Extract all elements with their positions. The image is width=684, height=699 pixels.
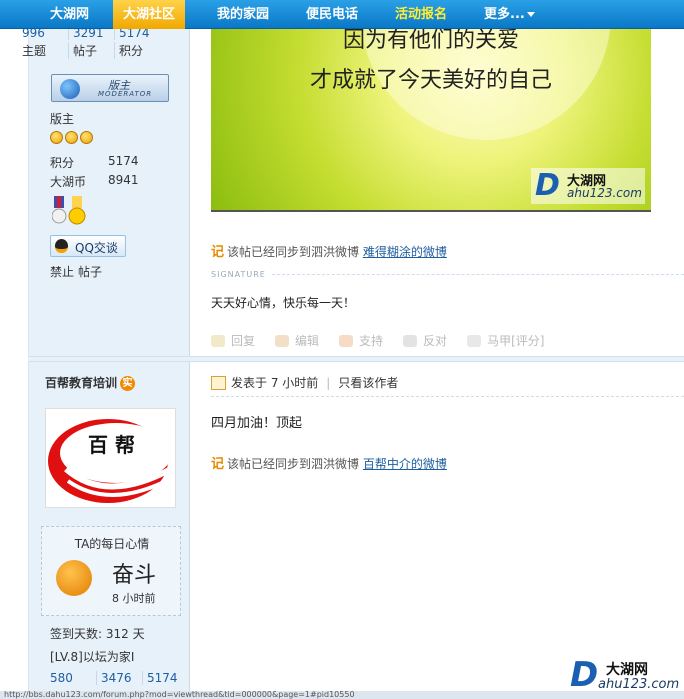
author1-coins-value: 8941 <box>108 173 139 187</box>
author1-points-label2: 积分 <box>50 156 75 170</box>
post2-body: 四月加油！顶起 <box>211 416 303 431</box>
nav-event-signup[interactable]: 活动报名 <box>385 0 457 29</box>
signature-text: 天天好心情，快乐每一天！ <box>211 296 356 310</box>
nav-dahuwang[interactable]: 大湖网 <box>40 0 99 29</box>
avatar-text: 百 帮 <box>88 433 135 457</box>
reply-icon <box>211 334 225 347</box>
support-label: 支持 <box>359 334 384 348</box>
reply-button[interactable]: 回复 <box>211 332 255 349</box>
globe-icon <box>60 79 80 99</box>
moderator-badge: 版主 MODERATOR <box>51 74 169 102</box>
author1-stats-labels: 主题 帖子 积分 <box>22 42 162 59</box>
signature-label: SIGNATURE <box>211 270 266 279</box>
author1-posts-label: 帖子 <box>68 42 114 59</box>
verified-badge: 实 <box>120 376 136 391</box>
browser-status-bar: http://bbs.dahu123.com/forum.php?mod=vie… <box>0 691 684 699</box>
rate-icon <box>467 334 482 347</box>
author2-stats-values: 580 3476 5174 <box>50 671 190 685</box>
weibo-sync-notice-1: 记该帖已经同步到泗洪微博 难得糊涂的微博 <box>211 241 447 260</box>
author1-topics-label: 主题 <box>22 44 47 58</box>
mood-time: 8 小时前 <box>112 592 156 605</box>
post-banner-image: 因为有他们的关爱 才成就了今天美好的自己 D 大湖网 ahu123.com <box>211 0 651 212</box>
author-sidebar-2: 百帮教育培训实 百 帮 TA的每日心情 奋斗 8 小时前 签到天数: 312 天… <box>28 362 190 699</box>
chevron-down-icon <box>526 12 535 17</box>
logo-url-text: ahu123.com <box>567 186 642 200</box>
author2-points-count[interactable]: 5174 <box>142 671 188 685</box>
nav-more-label: 更多... <box>484 7 525 22</box>
avatar[interactable]: 百 帮 <box>45 408 176 508</box>
author2-name-text: 百帮教育培训 <box>45 376 118 390</box>
meta-divider: | <box>326 375 331 390</box>
watermark-logo: D 大湖网 ahu123.com <box>566 655 684 695</box>
left-gutter <box>0 0 28 699</box>
author2-name[interactable]: 百帮教育培训实 <box>45 374 136 391</box>
author-card-icon <box>211 375 226 390</box>
logo-letter: D <box>570 655 599 695</box>
sync-prefix-2: 该帖已经同步到泗洪微博 <box>227 457 360 471</box>
user-posts-link[interactable]: 帖子 <box>78 263 102 280</box>
pencil-icon <box>275 334 290 347</box>
edit-button[interactable]: 编辑 <box>275 332 319 349</box>
nav-more[interactable]: 更多... <box>474 0 545 29</box>
post2-meta: 发表于 7 小时前 | 只看该作者 <box>211 374 398 391</box>
rate-button[interactable]: 马甲[评分] <box>467 332 544 349</box>
nav-my-home[interactable]: 我的家园 <box>207 0 279 29</box>
sync-prefix-1: 该帖已经同步到泗洪微博 <box>227 245 360 259</box>
weibo-sync-notice-2: 记该帖已经同步到泗洪微博 百帮中介的微博 <box>211 453 447 472</box>
moderator-badge-subtitle: MODERATOR <box>98 90 153 98</box>
smiley-icon <box>65 131 78 144</box>
nav-dahu-community[interactable]: 大湖社区 <box>113 0 186 29</box>
note-icon: 记 <box>211 457 225 472</box>
rate-label: 马甲[评分] <box>487 334 545 348</box>
qq-icon <box>55 239 68 253</box>
author1-group: 版主 <box>50 112 75 126</box>
smiley-icon <box>50 131 63 144</box>
author1-points-label: 积分 <box>114 42 160 59</box>
only-author-link[interactable]: 只看该作者 <box>338 374 398 391</box>
weibo-link-1[interactable]: 难得糊涂的微博 <box>363 245 447 259</box>
banner-watermark-logo: D 大湖网 ahu123.com <box>531 168 645 204</box>
banner-line-2: 才成就了今天美好的自己 <box>309 68 552 93</box>
author1-points-value[interactable]: 5174 <box>108 154 139 168</box>
post-actions: 回复 编辑 支持 反对 马甲[评分] <box>211 332 564 349</box>
weibo-link-2[interactable]: 百帮中介的微博 <box>363 457 447 471</box>
logo-url-text: ahu123.com <box>598 677 680 692</box>
checkin-days: 签到天数: 312 天 <box>50 627 145 641</box>
mood-face-icon <box>56 560 92 596</box>
oppose-label: 反对 <box>423 334 448 348</box>
top-navigation: 大湖网 大湖社区 我的家园 便民电话 活动报名 更多... <box>0 0 684 29</box>
oppose-button[interactable]: 反对 <box>403 332 447 349</box>
daily-mood-box: TA的每日心情 奋斗 8 小时前 <box>41 526 181 616</box>
signature-divider <box>272 274 684 275</box>
support-button[interactable]: 支持 <box>339 332 383 349</box>
thumb-up-icon <box>339 334 354 347</box>
author1-rank-stars <box>50 131 95 147</box>
medal-icon[interactable] <box>51 196 92 231</box>
note-icon: 记 <box>211 245 225 260</box>
author2-topics-count[interactable]: 580 <box>50 671 96 685</box>
logo-letter: D <box>535 168 560 203</box>
post2-posted-time: 发表于 7 小时前 <box>231 376 319 390</box>
mood-title: TA的每日心情 <box>74 537 150 551</box>
qq-chat-label: QQ交谈 <box>75 241 118 255</box>
thumb-down-icon <box>403 334 418 347</box>
reply-label: 回复 <box>231 334 256 348</box>
edit-label: 编辑 <box>295 334 320 348</box>
post2-divider <box>211 396 684 397</box>
author2-posts-count[interactable]: 3476 <box>96 671 142 685</box>
ban-user-link[interactable]: 禁止 <box>50 263 74 280</box>
logo-main-text: 大湖网 <box>606 662 648 678</box>
smiley-icon <box>80 131 93 144</box>
nav-phone-directory[interactable]: 便民电话 <box>296 0 368 29</box>
author1-coins-label: 大湖币 <box>50 175 87 189</box>
user-level: [LV.8]以坛为家I <box>50 650 135 664</box>
mood-word: 奋斗 <box>112 563 157 588</box>
qq-chat-button[interactable]: QQ交谈 <box>50 235 126 257</box>
